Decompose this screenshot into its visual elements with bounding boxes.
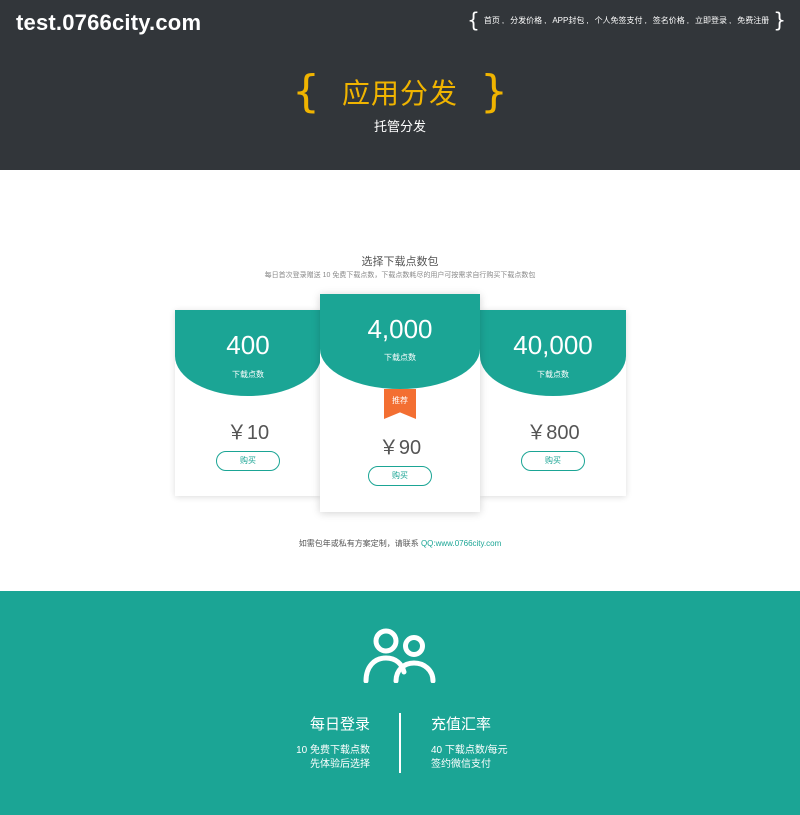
pricing-card-40000: 40,000 下载点数 ￥800 购买 [480, 310, 626, 496]
pricing-title: 选择下载点数包 [361, 256, 439, 268]
band-divider [399, 713, 401, 773]
site-logo[interactable]: test.0766city.com [16, 10, 201, 36]
daily-login-line2: 先体验后选择 [310, 759, 370, 770]
contact-note: 如需包年或私有方案定制，请联系 QQ:www.0766city.com [0, 538, 800, 549]
hero: { 应用分发 } 托管分发 [0, 70, 800, 135]
info-band: 每日登录 10 免费下载点数 先体验后选择 充值汇率 40 下载点数/每元 签约… [0, 591, 800, 815]
recharge-rate-heading: 充值汇率 [431, 716, 492, 733]
hero-title-row: { 应用分发 } [0, 70, 800, 114]
nav-separator: , [586, 15, 589, 25]
nav-item-personal-payment[interactable]: 个人免签支付 [595, 15, 643, 26]
recommended-badge: 推荐 [384, 389, 416, 419]
contact-qq-link[interactable]: QQ:www.0766city.com [421, 539, 501, 548]
nav-separator: , [729, 15, 732, 25]
nav-item-home[interactable]: 首页 [484, 15, 500, 26]
hero-subtitle: 托管分发 [373, 119, 426, 134]
nav-item-register[interactable]: 免费注册 [737, 15, 769, 26]
nav-separator: , [544, 15, 547, 25]
recharge-rate-line1: 40 下载点数/每元 [431, 745, 508, 756]
top-nav: { 首页 , 分发价格 , APP封包 , 个人免签支付 , 签名价格 , 立即… [467, 8, 786, 32]
daily-login-info: 每日登录 10 免费下载点数 先体验后选择 [296, 713, 370, 772]
card-amount: 400 [226, 330, 270, 360]
nav-item-app-packaging[interactable]: APP封包 [552, 15, 584, 26]
daily-login-line1: 10 免费下载点数 [296, 745, 370, 756]
nav-separator: , [644, 15, 647, 25]
buy-button[interactable]: 购买 [521, 451, 585, 471]
nav-brace-close: } [773, 8, 786, 32]
card-unit: 下载点数 [232, 370, 264, 379]
hero-title: 应用分发 [341, 78, 458, 109]
daily-login-heading: 每日登录 [309, 716, 370, 733]
buy-button[interactable]: 购买 [216, 451, 280, 471]
card-amount: 4,000 [367, 314, 433, 344]
card-unit: 下载点数 [384, 353, 416, 362]
nav-item-login[interactable]: 立即登录 [695, 15, 727, 26]
nav-item-distribution-pricing[interactable]: 分发价格 [510, 15, 542, 26]
recharge-rate-info: 充值汇率 40 下载点数/每元 签约微信支付 [431, 713, 508, 772]
pricing-description: 每日首次登录赠送 10 免费下载点数，下载点数耗尽的用户可按需求自行购买下载点数… [264, 272, 536, 279]
pricing-card-400: 400 下载点数 ￥10 购买 [175, 310, 321, 496]
buy-button[interactable]: 购买 [368, 466, 432, 486]
nav-items: 首页 , 分发价格 , APP封包 , 个人免签支付 , 签名价格 , 立即登录… [480, 15, 773, 26]
contact-text: 如需包年或私有方案定制，请联系 [298, 539, 421, 548]
nav-separator: , [501, 15, 505, 25]
card-unit: 下载点数 [537, 370, 569, 379]
card-amount: 40,000 [513, 330, 593, 360]
hero-brace-close: } [480, 66, 508, 117]
pricing-card-4000: 4,000 下载点数 推荐 ￥90 购买 [320, 294, 480, 512]
site-header: test.0766city.com { 首页 , 分发价格 , APP封包 , … [0, 0, 800, 170]
hero-brace-open: { [291, 66, 320, 117]
users-icon [363, 628, 436, 683]
card-price: ￥800 [526, 422, 580, 444]
nav-brace-open: { [467, 8, 480, 32]
nav-separator: , [686, 15, 690, 25]
nav-item-signing-pricing[interactable]: 签名价格 [653, 15, 685, 26]
recharge-rate-line2: 签约微信支付 [431, 759, 491, 770]
card-price: ￥90 [378, 437, 422, 459]
card-price: ￥10 [226, 422, 270, 444]
